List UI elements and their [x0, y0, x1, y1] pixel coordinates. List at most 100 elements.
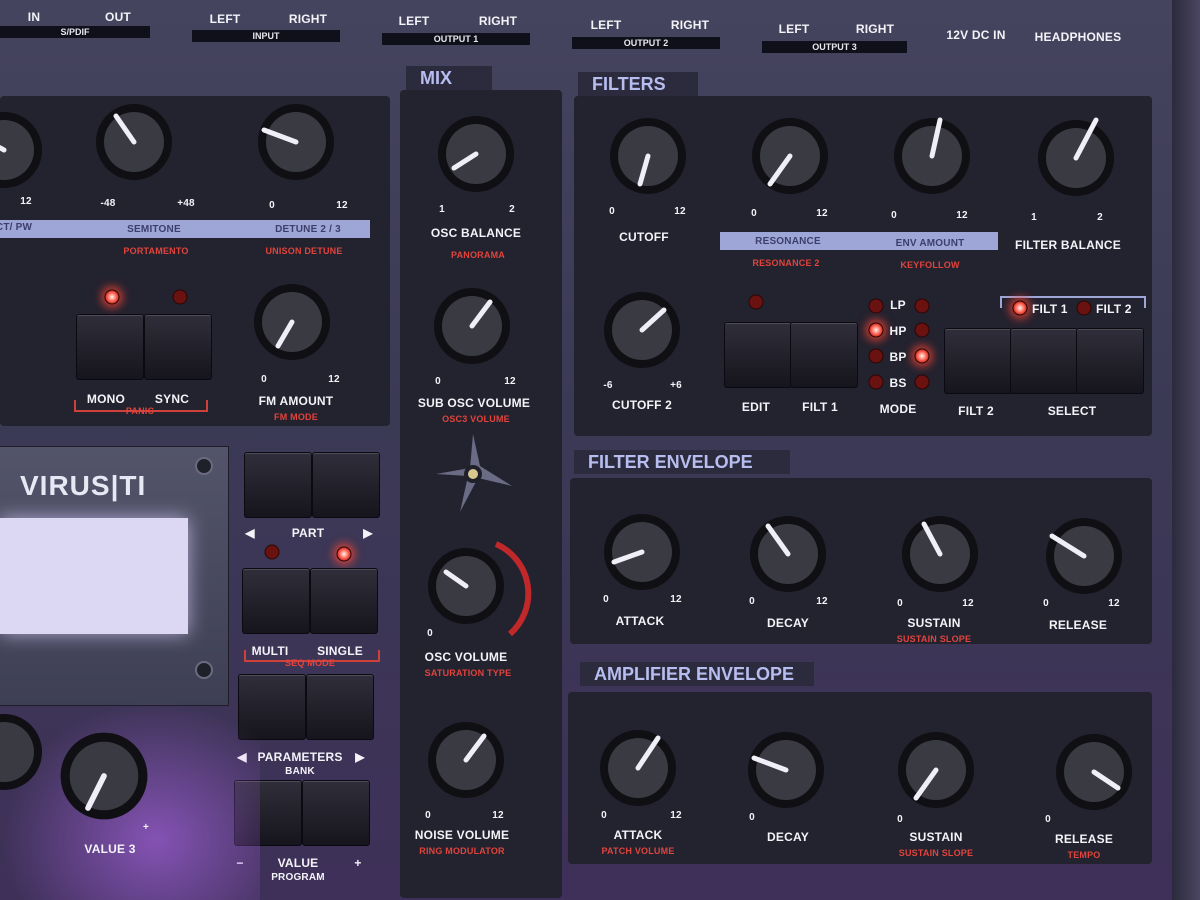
output3-right-label: RIGHT	[855, 22, 895, 36]
bp-led-2	[914, 348, 930, 364]
output2-right-label: RIGHT	[670, 18, 710, 32]
resonance-label: RESONANCE	[755, 236, 821, 247]
sync-button[interactable]	[144, 314, 212, 380]
osc-balance-label: OSC BALANCE	[430, 226, 522, 240]
cutoff-knob[interactable]	[606, 114, 690, 198]
filter-release-knob[interactable]	[1042, 514, 1126, 598]
mode-label: MODE	[879, 402, 917, 416]
filters-header: FILTERS	[578, 72, 698, 96]
fm-amount-knob[interactable]	[250, 280, 334, 364]
amp-sustain-knob[interactable]	[894, 728, 978, 812]
sync-led	[172, 289, 188, 305]
edit-label: EDIT	[741, 400, 771, 414]
amp-release-min: 0	[1045, 814, 1051, 825]
part-button-right[interactable]	[312, 452, 380, 518]
filter-envelope-header: FILTER ENVELOPE	[574, 450, 790, 474]
select-button-2[interactable]	[1076, 328, 1144, 394]
filter-release-max: 12	[1108, 598, 1120, 609]
edit-led	[748, 294, 764, 310]
filter-balance-knob[interactable]	[1034, 116, 1118, 200]
panic-label: PANIC	[125, 406, 155, 416]
output3-left-label: LEFT	[778, 22, 810, 36]
headphones-label: HEADPHONES	[1034, 30, 1122, 44]
value-plus-icon: +	[354, 856, 362, 870]
osc-volume-label: OSC VOLUME	[424, 650, 508, 664]
hp-led-1	[868, 322, 884, 338]
osc-volume-knob[interactable]	[424, 544, 508, 628]
amp-sustain-min: 0	[897, 814, 903, 825]
panel-edge	[1172, 0, 1200, 900]
filter-attack-knob[interactable]	[600, 510, 684, 594]
detune-knob[interactable]	[254, 100, 338, 184]
output2-left-label: LEFT	[590, 18, 622, 32]
filter-release-label: RELEASE	[1048, 618, 1108, 632]
osc-balance-max: 2	[509, 204, 515, 215]
cutoff2-max: +6	[670, 380, 682, 391]
amplifier-envelope-header: AMPLIFIER ENVELOPE	[580, 662, 814, 686]
amp-attack-knob[interactable]	[596, 726, 680, 810]
noise-volume-knob[interactable]	[424, 718, 508, 802]
lcd-screen	[0, 518, 188, 634]
parameters-button-right[interactable]	[306, 674, 374, 740]
fm-mode-label: FM MODE	[274, 412, 318, 422]
sub-osc-min: 0	[435, 376, 441, 387]
detune-max: 12	[336, 200, 348, 211]
multi-led	[264, 544, 280, 560]
filt2-button[interactable]	[944, 328, 1012, 394]
input-bar: INPUT	[192, 30, 340, 42]
value3-label: VALUE 3	[84, 842, 136, 856]
filt2-led-label: FILT 2	[1096, 302, 1132, 316]
cutoff2-knob[interactable]	[600, 288, 684, 372]
value-plus-button[interactable]	[302, 780, 370, 846]
amp-release-knob[interactable]	[1052, 730, 1136, 814]
sub-osc-max: 12	[504, 376, 516, 387]
amp-sustain-label: SUSTAIN	[909, 830, 963, 844]
semitone-max: +48	[177, 198, 195, 209]
filter-balance-label: FILTER BALANCE	[1015, 238, 1121, 252]
semitone-knob[interactable]	[92, 100, 176, 184]
value2-knob-partial[interactable]	[0, 710, 46, 794]
resonance2-label: RESONANCE 2	[752, 258, 820, 268]
osc-balance-knob[interactable]	[434, 112, 518, 196]
osc3-volume-label: OSC3 VOLUME	[442, 414, 510, 424]
hp-led-2	[914, 322, 930, 338]
filter-balance-min: 1	[1031, 212, 1037, 223]
env-amount-knob[interactable]	[890, 114, 974, 198]
value3-plus: +	[142, 822, 150, 833]
spdif-out-label: OUT	[105, 10, 131, 24]
osc-volume-min: 0	[427, 628, 433, 639]
strip-detune: DETUNE 2 / 3	[275, 224, 341, 235]
parameters-label: PARAMETERS	[257, 750, 343, 764]
filter-decay-min: 0	[749, 596, 755, 607]
spdif-bar: S/PDIF	[0, 26, 150, 38]
bs-led-1	[868, 374, 884, 390]
amp-sustain-slope-label: SUSTAIN SLOPE	[898, 848, 974, 858]
amp-attack-min: 0	[601, 810, 607, 821]
filter-decay-knob[interactable]	[746, 512, 830, 596]
output2-bar: OUTPUT 2	[572, 37, 720, 49]
lp-led-1	[868, 298, 884, 314]
select-button-1[interactable]	[1010, 328, 1078, 394]
value-label: VALUE	[277, 856, 319, 870]
single-button[interactable]	[310, 568, 378, 634]
multi-button[interactable]	[242, 568, 310, 634]
osc-k0-max: 12	[20, 196, 32, 207]
filter-sustain-knob[interactable]	[898, 512, 982, 596]
value3-knob[interactable]	[56, 728, 152, 824]
edit-button[interactable]	[724, 322, 792, 388]
filt1-button[interactable]	[790, 322, 858, 388]
mono-button[interactable]	[76, 314, 144, 380]
cutoff2-label: CUTOFF 2	[611, 398, 673, 412]
osc-knob-1[interactable]	[0, 108, 46, 192]
resonance-knob[interactable]	[748, 114, 832, 198]
sub-osc-volume-knob[interactable]	[430, 284, 514, 368]
filter-release-min: 0	[1043, 598, 1049, 609]
fm-amount-label: FM AMOUNT	[258, 394, 334, 408]
amp-decay-knob[interactable]	[744, 728, 828, 812]
fm-max: 12	[328, 374, 340, 385]
input-right-label: RIGHT	[288, 12, 328, 26]
part-button-left[interactable]	[244, 452, 312, 518]
ring-modulator-label: RING MODULATOR	[419, 846, 505, 856]
lp-led-2	[914, 298, 930, 314]
bp-led-1	[868, 348, 884, 364]
